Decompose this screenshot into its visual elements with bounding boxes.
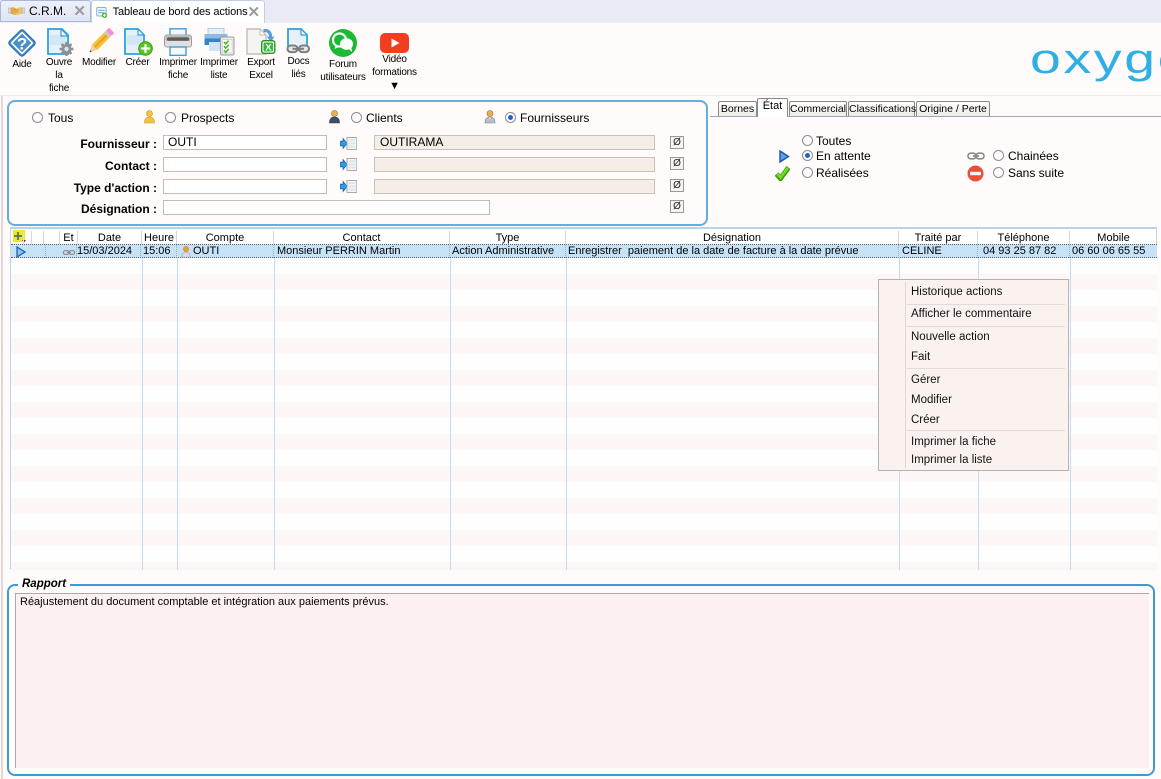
- svg-text:?: ?: [17, 35, 27, 54]
- svg-text:X: X: [265, 43, 272, 54]
